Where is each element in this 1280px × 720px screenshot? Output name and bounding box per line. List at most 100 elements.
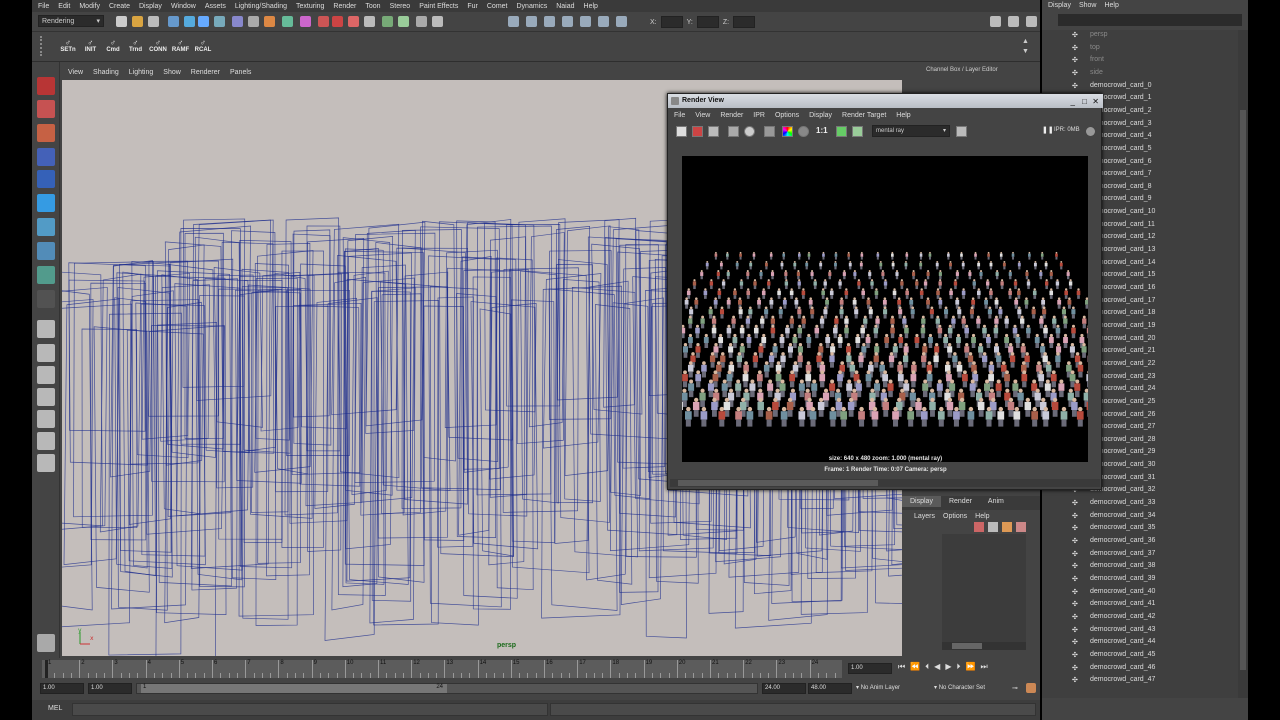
shelf-button-ramf[interactable]: ♂ RAMF xyxy=(171,38,191,53)
x-coord-field[interactable] xyxy=(660,16,683,28)
outliner-item[interactable]: ✣ democrowd_card_42 xyxy=(1042,612,1238,624)
range-slider-thumb[interactable]: 1 24 xyxy=(141,684,447,693)
close-icon[interactable]: ✕ xyxy=(1092,95,1099,109)
mel-label[interactable]: MEL xyxy=(48,705,62,712)
end-time-field[interactable]: 48.00 xyxy=(808,683,852,694)
render-tool-icon[interactable] xyxy=(616,16,627,27)
status-tool-icon[interactable] xyxy=(300,16,311,27)
current-time-marker[interactable] xyxy=(45,660,48,678)
status-tool-icon[interactable] xyxy=(348,16,359,27)
outliner-item[interactable]: ✣ democrowd_card_37 xyxy=(1042,549,1238,561)
menu-window[interactable]: Window xyxy=(171,3,196,10)
viewport-menu-show[interactable]: Show xyxy=(163,69,181,76)
menu-texturing[interactable]: Texturing xyxy=(296,3,324,10)
shelf-button-trnd[interactable]: ♂ Trnd xyxy=(126,38,146,53)
scale-tool-icon[interactable] xyxy=(37,194,55,212)
render-globals-icon[interactable] xyxy=(956,126,967,137)
menu-create[interactable]: Create xyxy=(109,3,130,10)
status-tool-icon[interactable] xyxy=(432,16,443,27)
shelf-scroll-down-icon[interactable]: ▼ xyxy=(1022,48,1030,56)
outliner-item[interactable]: ✣ democrowd_card_43 xyxy=(1042,625,1238,637)
shelf-handle-icon[interactable] xyxy=(40,36,50,56)
render-view-menu-render-target[interactable]: Render Target xyxy=(842,112,886,119)
render-view-menu-display[interactable]: Display xyxy=(809,112,832,119)
four-pane-icon[interactable] xyxy=(37,344,55,362)
real-size-button[interactable]: 1:1 xyxy=(816,126,828,135)
menu-edit[interactable]: Edit xyxy=(58,3,70,10)
outliner-item[interactable]: ✣ democrowd_card_44 xyxy=(1042,637,1238,649)
side-by-side-icon[interactable] xyxy=(37,366,55,384)
menu-display[interactable]: Display xyxy=(139,3,162,10)
menu-file[interactable]: File xyxy=(38,3,49,10)
universal-manip-icon[interactable] xyxy=(37,218,55,236)
rotate-tool-icon[interactable] xyxy=(37,170,55,188)
shelf-scroll-up-icon[interactable]: ▲ xyxy=(1022,38,1030,46)
status-tool-icon[interactable] xyxy=(318,16,329,27)
menu-toon[interactable]: Toon xyxy=(365,3,380,10)
ipr-render-icon[interactable] xyxy=(728,126,739,137)
tab-render[interactable]: Render xyxy=(941,496,980,507)
current-frame-field[interactable]: 1.00 xyxy=(848,663,892,674)
minimize-icon[interactable]: _ xyxy=(1071,95,1075,109)
menu-comet[interactable]: Comet xyxy=(487,3,508,10)
maximize-icon[interactable]: □ xyxy=(1082,95,1087,109)
range-slider-bar[interactable]: 1 24 xyxy=(136,683,758,694)
menu-naiad[interactable]: Naiad xyxy=(556,3,574,10)
render-region-icon[interactable] xyxy=(692,126,703,137)
outliner-camera-front[interactable]: ✣ front xyxy=(1042,55,1238,67)
soft-mod-icon[interactable] xyxy=(37,242,55,260)
render-tool-icon[interactable] xyxy=(544,16,555,27)
go-to-start-icon[interactable]: ⏮ xyxy=(898,662,905,672)
time-slider-bar[interactable]: 1 2 3 4 5 6 7 8 9 10 11 12 13 14 15 16 17 18 19 20 21 22 23 24 xyxy=(42,660,842,678)
panel-toggle-icon[interactable] xyxy=(1008,16,1019,27)
new-layer-icon[interactable] xyxy=(988,522,998,532)
snapshot-icon[interactable] xyxy=(708,126,719,137)
outliner-item[interactable]: ✣ democrowd_card_36 xyxy=(1042,536,1238,548)
render-tool-icon[interactable] xyxy=(526,16,537,27)
menu-lighting-shading[interactable]: Lighting/Shading xyxy=(235,3,287,10)
tab-anim[interactable]: Anim xyxy=(980,496,1012,507)
status-tool-icon[interactable] xyxy=(148,16,159,27)
menu-paint-effects[interactable]: Paint Effects xyxy=(419,3,458,10)
status-tool-icon[interactable] xyxy=(332,16,343,27)
outliner-item[interactable]: ✣ democrowd_card_46 xyxy=(1042,663,1238,675)
playback-start-field[interactable]: 1.00 xyxy=(88,683,132,694)
render-view-menu-view[interactable]: View xyxy=(695,112,710,119)
shelf-button-init[interactable]: ♂ INIT xyxy=(81,38,101,53)
status-tool-icon[interactable] xyxy=(132,16,143,27)
shelf-button-rcal[interactable]: ♂ RCAL xyxy=(193,38,213,53)
menu-set-selector[interactable]: Rendering ▾ xyxy=(38,15,104,27)
anim-layer-selector[interactable]: ▾ No Anim Layer xyxy=(856,684,900,691)
tab-display[interactable]: Display xyxy=(902,496,941,507)
shelf-button-conn[interactable]: ♂ CONN xyxy=(148,38,168,53)
layer-scrollbar-thumb[interactable] xyxy=(952,643,982,649)
outliner-item[interactable]: ✣ democrowd_card_40 xyxy=(1042,587,1238,599)
mel-input[interactable] xyxy=(72,703,548,716)
layer-delete-icon[interactable] xyxy=(1016,522,1026,532)
layer-scrollbar[interactable] xyxy=(942,642,1026,650)
last-tool-icon[interactable] xyxy=(37,290,55,308)
play-forward-icon[interactable]: ▶ xyxy=(945,662,951,672)
paint-select-icon[interactable] xyxy=(37,124,55,142)
go-to-end-icon[interactable]: ⏭ xyxy=(980,662,987,672)
outliner-scrollbar-thumb[interactable] xyxy=(1240,110,1246,670)
panel-toggle-icon[interactable] xyxy=(990,16,1001,27)
start-time-field[interactable]: 1.00 xyxy=(40,683,84,694)
render-view-menu-help[interactable]: Help xyxy=(896,112,910,119)
render-view-menu-file[interactable]: File xyxy=(674,112,685,119)
renderer-selector[interactable]: mental ray ▾ xyxy=(872,125,950,137)
status-tool-icon[interactable] xyxy=(116,16,127,27)
layer-menu-help[interactable]: Help xyxy=(975,513,989,520)
persp-outliner-icon[interactable] xyxy=(37,388,55,406)
status-tool-icon[interactable] xyxy=(282,16,293,27)
shelf-button-setn[interactable]: ♂ SETn xyxy=(58,38,78,53)
viewport-menu-panels[interactable]: Panels xyxy=(230,69,251,76)
menu-assets[interactable]: Assets xyxy=(205,3,226,10)
status-tool-icon[interactable] xyxy=(184,16,195,27)
viewport-menu-renderer[interactable]: Renderer xyxy=(191,69,220,76)
play-back-icon[interactable]: ◀ xyxy=(934,662,940,672)
status-tool-icon[interactable] xyxy=(398,16,409,27)
time-slider[interactable]: 1 2 3 4 5 6 7 8 9 10 11 12 13 14 15 16 17 18 19 20 21 22 23 24 … xyxy=(32,658,1040,680)
z-coord-field[interactable] xyxy=(733,16,756,28)
outliner-scrollbar[interactable] xyxy=(1238,30,1248,698)
